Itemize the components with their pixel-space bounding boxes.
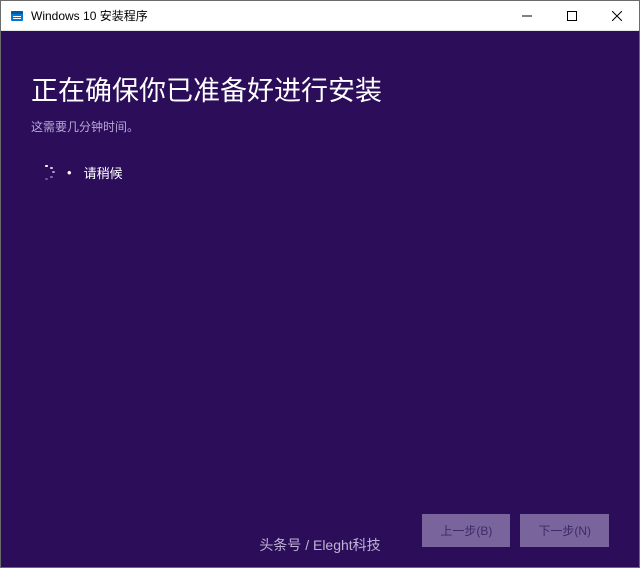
app-icon <box>9 8 25 24</box>
spinner-icon <box>39 165 55 181</box>
installer-window: Windows 10 安装程序 正在确保你已准备好进行安装 这需要几分钟时间。 <box>0 0 640 568</box>
loading-label: 请稍候 <box>84 163 123 182</box>
maximize-button[interactable] <box>549 1 594 31</box>
back-button[interactable]: 上一步(B) <box>422 514 510 547</box>
window-controls <box>504 1 639 31</box>
content-area: 正在确保你已准备好进行安装 这需要几分钟时间。 • 请稍候 上一步(B) 下一步… <box>1 31 639 567</box>
next-button[interactable]: 下一步(N) <box>520 514 609 547</box>
page-subtext: 这需要几分钟时间。 <box>31 118 609 135</box>
page-heading: 正在确保你已准备好进行安装 <box>31 69 609 108</box>
close-button[interactable] <box>594 1 639 31</box>
minimize-button[interactable] <box>504 1 549 31</box>
watermark-text: 头条号 / Eleght科技 <box>259 535 380 555</box>
button-row: 上一步(B) 下一步(N) <box>422 514 609 547</box>
titlebar: Windows 10 安装程序 <box>1 1 639 31</box>
bullet-icon: • <box>67 165 72 180</box>
window-title: Windows 10 安装程序 <box>31 7 148 24</box>
loading-indicator: • 请稍候 <box>39 163 609 182</box>
